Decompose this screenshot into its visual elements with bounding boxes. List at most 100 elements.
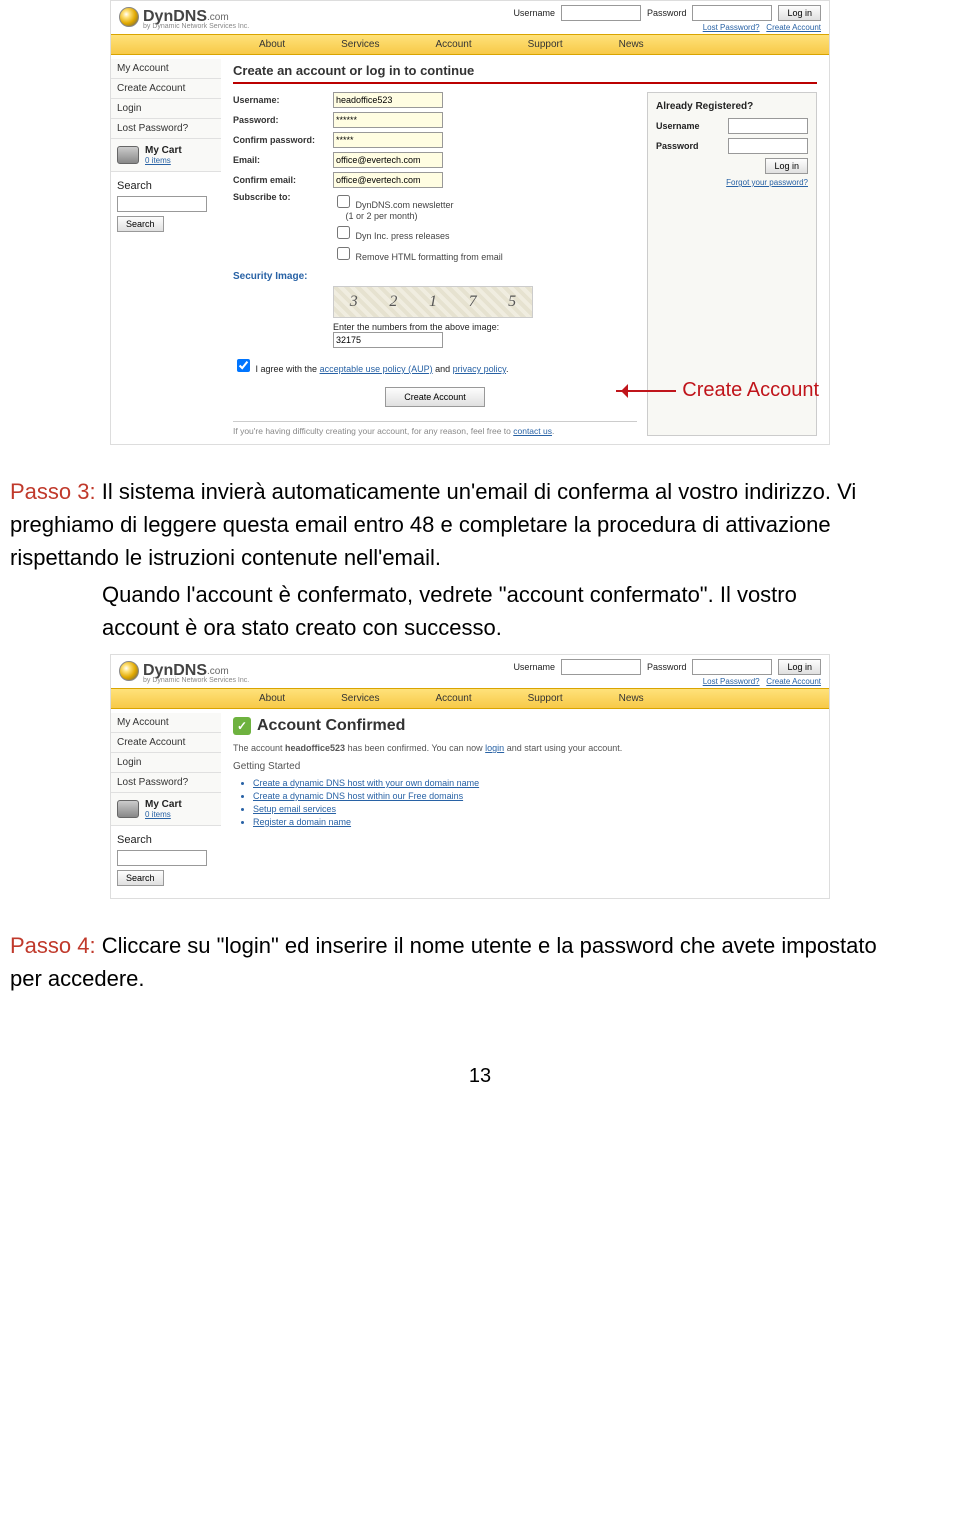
sidebar-cart[interactable]: My Cart 0 items: [111, 139, 221, 172]
sidebar-create-account[interactable]: Create Account: [111, 79, 221, 99]
confirm-password-input[interactable]: [333, 132, 443, 148]
nav-services[interactable]: Services: [313, 35, 407, 54]
loginbox-password-input[interactable]: [728, 138, 808, 154]
sidebar: My Account Create Account Login Lost Pas…: [111, 55, 221, 444]
getting-started-list: Create a dynamic DNS host with your own …: [253, 778, 817, 827]
conf-post: and start using your account.: [504, 743, 622, 753]
nav-account[interactable]: Account: [408, 35, 500, 54]
bullet-own-domain[interactable]: Create a dynamic DNS host with your own …: [253, 778, 817, 788]
subscribe-opt2: Dyn Inc. press releases: [356, 231, 450, 241]
bullet-free-domains[interactable]: Create a dynamic DNS host within our Fre…: [253, 791, 817, 801]
nav2-about[interactable]: About: [231, 689, 313, 708]
cart-count: 0 items: [145, 156, 182, 165]
agree-pre: I agree with the: [256, 364, 320, 374]
subscribe-opt3: Remove HTML formatting from email: [356, 252, 503, 262]
password-input[interactable]: [333, 112, 443, 128]
step4-body: Cliccare su "login" ed inserire il nome …: [10, 933, 877, 991]
header2-password-input[interactable]: [692, 659, 772, 675]
header2-login-button[interactable]: Log in: [778, 659, 821, 675]
header2-username-input[interactable]: [561, 659, 641, 675]
header-login-button[interactable]: Log in: [778, 5, 821, 21]
page-number: 13: [0, 1065, 960, 1088]
nav2-news[interactable]: News: [591, 689, 672, 708]
confirm-email-input[interactable]: [333, 172, 443, 188]
sidebar2-my-account[interactable]: My Account: [111, 713, 221, 733]
captcha-d3: 1: [429, 293, 437, 311]
header-username-label: Username: [513, 8, 555, 18]
step3-line1: Il sistema invierà automaticamente un'em…: [10, 479, 856, 570]
create-row: Create Account: [233, 387, 637, 407]
search-button2[interactable]: Search: [117, 870, 164, 886]
sidebar2-lost-password[interactable]: Lost Password?: [111, 773, 221, 793]
bullet-register-domain[interactable]: Register a domain name: [253, 817, 817, 827]
header-password-label: Password: [647, 8, 687, 18]
header-login-area: Username Password Log in Lost Password? …: [513, 5, 821, 32]
header-login-row: Username Password Log in: [513, 5, 821, 21]
loginbox-username-input[interactable]: [728, 118, 808, 134]
sidebar-lost-password[interactable]: Lost Password?: [111, 119, 221, 139]
nav-support[interactable]: Support: [500, 35, 591, 54]
sidebar-my-account[interactable]: My Account: [111, 59, 221, 79]
logo-subtitle: by Dynamic Network Services Inc.: [143, 23, 249, 30]
nav-about[interactable]: About: [231, 35, 313, 54]
loginbox-forgot-link[interactable]: Forgot your password?: [656, 178, 808, 187]
header-password-input[interactable]: [692, 5, 772, 21]
sidebar2-create-account[interactable]: Create Account: [111, 733, 221, 753]
nav2-support[interactable]: Support: [500, 689, 591, 708]
main-content: Create an account or log in to continue …: [221, 55, 829, 444]
nav2-account[interactable]: Account: [408, 689, 500, 708]
subscribe-newsletter-checkbox[interactable]: [337, 195, 350, 208]
agree-mid: and: [433, 364, 453, 374]
subscribe-opt1: DynDNS.com newsletter: [356, 200, 454, 210]
email-input[interactable]: [333, 152, 443, 168]
arrow-icon: [616, 390, 676, 392]
nav2-services[interactable]: Services: [313, 689, 407, 708]
footer-post: .: [552, 426, 554, 436]
footer-note: If you're having difficulty creating you…: [233, 421, 637, 436]
sidebar2-search: Search Search: [111, 826, 221, 894]
subscribe-press-checkbox[interactable]: [337, 226, 350, 239]
loginbox-password-label: Password: [656, 141, 699, 151]
aup-link[interactable]: acceptable use policy (AUP): [320, 364, 433, 374]
captcha-input[interactable]: [333, 332, 443, 348]
cart-icon2: [117, 800, 139, 818]
username-input[interactable]: [333, 92, 443, 108]
header-username-input[interactable]: [561, 5, 641, 21]
lost-password-link2[interactable]: Lost Password?: [703, 677, 760, 686]
loginbox-username-label: Username: [656, 121, 700, 131]
confirm-email-label: Confirm email:: [233, 175, 333, 185]
body2: My Account Create Account Login Lost Pas…: [111, 709, 829, 898]
check-icon: ✓: [233, 717, 251, 735]
search-input[interactable]: [117, 196, 207, 212]
contact-us-link[interactable]: contact us: [513, 426, 552, 436]
search-input2[interactable]: [117, 850, 207, 866]
loginbox-login-button[interactable]: Log in: [765, 158, 808, 174]
confirmation-text: The account headoffice523 has been confi…: [233, 743, 817, 753]
create-account-link2[interactable]: Create Account: [766, 677, 821, 686]
header2-password-label: Password: [647, 662, 687, 672]
create-account-button[interactable]: Create Account: [385, 387, 485, 407]
sidebar2-cart[interactable]: My Cart 0 items: [111, 793, 221, 826]
subscribe-options: DynDNS.com newsletter (1 or 2 per month)…: [333, 192, 503, 265]
agree-row: I agree with the acceptable use policy (…: [233, 356, 637, 375]
conf-pre: The account: [233, 743, 285, 753]
lost-password-link[interactable]: Lost Password?: [703, 23, 760, 32]
agree-checkbox[interactable]: [237, 359, 250, 372]
captcha-d1: 3: [350, 293, 358, 311]
confirmed-title: ✓ Account Confirmed: [233, 717, 817, 735]
sidebar2-login[interactable]: Login: [111, 753, 221, 773]
captcha-image: 3 2 1 7 5: [333, 286, 533, 318]
header-small-links: Lost Password? Create Account: [703, 23, 821, 32]
subscribe-nohtml-checkbox[interactable]: [337, 247, 350, 260]
sidebar2: My Account Create Account Login Lost Pas…: [111, 709, 221, 898]
annotation-text: Create Account: [682, 379, 819, 402]
step4-label: Passo 4:: [10, 933, 96, 958]
privacy-link[interactable]: privacy policy: [453, 364, 506, 374]
search-button[interactable]: Search: [117, 216, 164, 232]
nav-news[interactable]: News: [591, 35, 672, 54]
create-account-link[interactable]: Create Account: [766, 23, 821, 32]
bullet-email-services[interactable]: Setup email services: [253, 804, 817, 814]
login-link[interactable]: login: [485, 743, 504, 753]
sidebar-login[interactable]: Login: [111, 99, 221, 119]
body: My Account Create Account Login Lost Pas…: [111, 55, 829, 444]
